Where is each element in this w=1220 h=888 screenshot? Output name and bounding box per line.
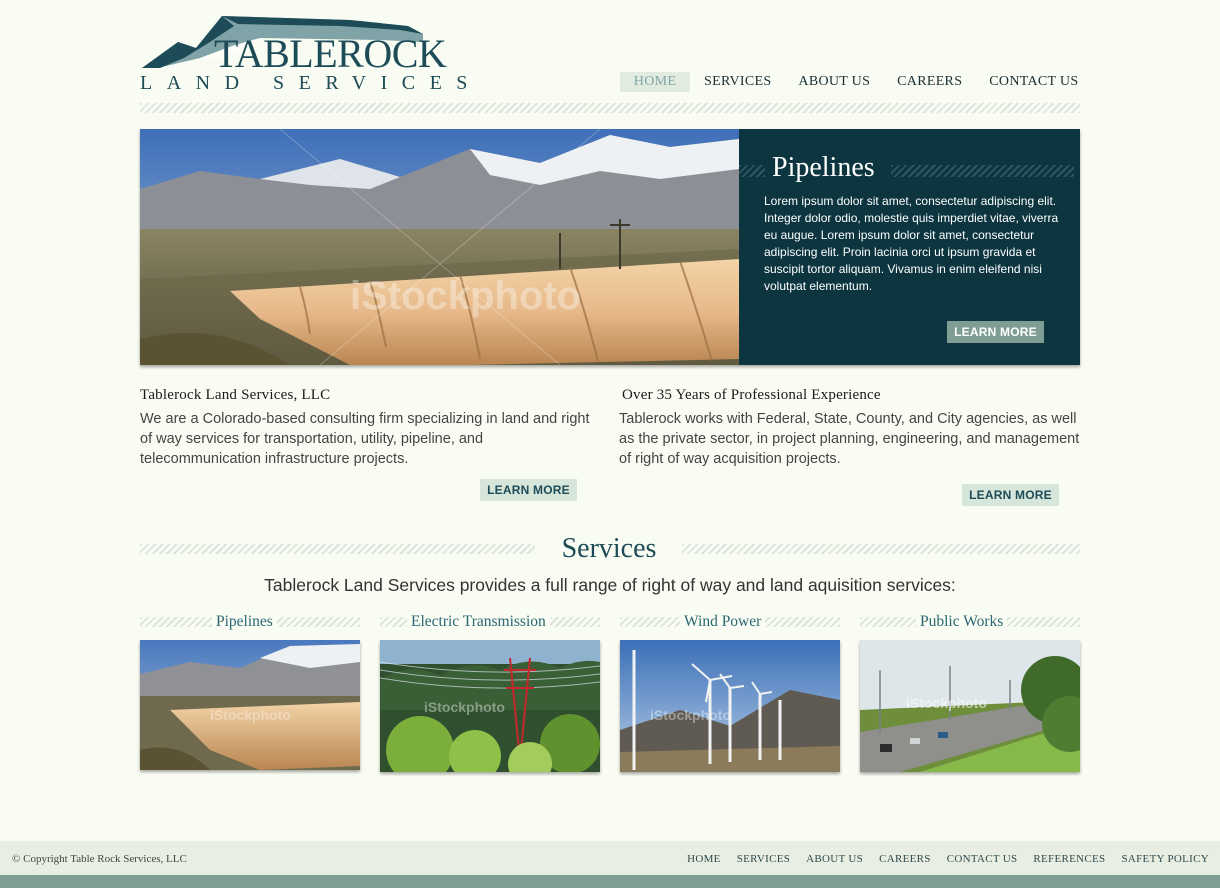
card-image-public-works[interactable]: iStockphoto	[860, 640, 1080, 772]
nav-home[interactable]: HOME	[620, 72, 690, 92]
nav-contact-us[interactable]: CONTACT US	[989, 72, 1078, 92]
nav-careers[interactable]: CAREERS	[897, 72, 962, 92]
card-image-electric-transmission[interactable]: iStockphoto	[380, 640, 600, 772]
hero-banner: iStockphoto Pipelines Lorem ipsum dolor …	[140, 129, 1080, 365]
tablerock-logo[interactable]: TABLEROCK LAND SERVICES	[140, 12, 467, 96]
svg-text:iStockphoto: iStockphoto	[650, 707, 731, 723]
hero-watermark: iStockphoto	[350, 274, 581, 318]
card-label-wind-power[interactable]: Wind Power	[680, 612, 766, 632]
footer-link-safety-policy[interactable]: SAFETY POLICY	[1121, 852, 1209, 866]
footer-link-references[interactable]: REFERENCES	[1033, 852, 1105, 866]
footer-link-services[interactable]: SERVICES	[737, 852, 790, 866]
intro-left-title: Tablerock Land Services, LLC	[140, 387, 331, 403]
footer-bottom-bar	[0, 875, 1220, 888]
intro-right-text: Tablerock works with Federal, State, Cou…	[619, 411, 1080, 467]
services-divider-right	[682, 544, 1080, 554]
card-label-public-works[interactable]: Public Works	[916, 612, 1008, 632]
svg-text:iStockphoto: iStockphoto	[906, 695, 987, 711]
footer-link-contact-us[interactable]: CONTACT US	[947, 852, 1018, 866]
services-heading: Services	[561, 533, 657, 564]
intro-right-learn-more-button[interactable]: LEARN MORE	[962, 484, 1059, 506]
card-image-pipelines[interactable]: iStockphoto	[140, 640, 360, 770]
hero-learn-more-button[interactable]: LEARN MORE	[947, 321, 1044, 343]
footer-link-careers[interactable]: CAREERS	[879, 852, 931, 866]
footer-nav: HOME SERVICES ABOUT US CAREERS CONTACT U…	[687, 852, 1209, 866]
nav-services[interactable]: SERVICES	[704, 72, 771, 92]
nav-about-us[interactable]: ABOUT US	[798, 72, 870, 92]
intro-left-text: We are a Colorado-based consulting firm …	[140, 411, 590, 467]
header-divider	[140, 103, 1080, 113]
card-label-electric-transmission[interactable]: Electric Transmission	[407, 612, 550, 632]
hero-title: Pipelines	[772, 152, 875, 183]
card-image-wind-power[interactable]: iStockphoto	[620, 640, 840, 772]
footer-link-about-us[interactable]: ABOUT US	[806, 852, 863, 866]
svg-text:iStockphoto: iStockphoto	[210, 707, 291, 723]
hero-text: Lorem ipsum dolor sit amet, consectetur …	[764, 194, 1059, 293]
intro-left-learn-more-button[interactable]: LEARN MORE	[480, 479, 577, 501]
card-label-pipelines[interactable]: Pipelines	[212, 612, 277, 632]
intro-right-title: Over 35 Years of Professional Experience	[622, 387, 881, 403]
footer-link-home[interactable]: HOME	[687, 852, 721, 866]
copyright-text: © Copyright Table Rock Services, LLC	[12, 853, 187, 865]
svg-text:iStockphoto: iStockphoto	[424, 699, 505, 715]
services-divider-left	[140, 544, 535, 554]
logo-wordmark-top: TABLEROCK	[214, 31, 447, 76]
hero-info-panel: Pipelines Lorem ipsum dolor sit amet, co…	[739, 129, 1080, 365]
logo-wordmark-bottom: LAND SERVICES	[140, 72, 482, 94]
services-subtitle: Tablerock Land Services provides a full …	[264, 575, 956, 595]
main-nav: HOME SERVICES ABOUT US CAREERS CONTACT U…	[620, 72, 1078, 92]
pipeline-hero-image: iStockphoto	[140, 129, 739, 365]
